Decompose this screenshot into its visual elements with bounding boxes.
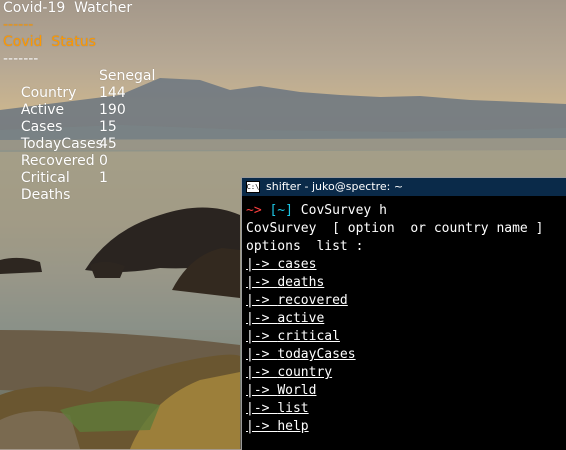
option-prefix: |-> — [246, 401, 270, 416]
option-item-list: |-> list — [246, 400, 566, 418]
option-item-critical: |-> critical — [246, 328, 566, 346]
prompt-tilde: ~ — [246, 203, 254, 218]
option-item-active: |-> active — [246, 310, 566, 328]
covid-watcher-widget: Covid-19 Watcher ------ Covid Status ---… — [3, 0, 156, 203]
stat-value: 1 — [99, 170, 108, 186]
option-prefix: |-> — [246, 383, 270, 398]
options-list: |-> cases |-> deaths |-> recovered |-> acti… — [246, 256, 566, 436]
stat-value: 15 — [99, 119, 117, 135]
option-label: list — [277, 401, 309, 416]
widget-title: Covid-19 Watcher — [3, 0, 133, 16]
option-prefix: |-> — [246, 257, 270, 272]
usage-line: CovSurvey [ option or country name ] — [246, 221, 544, 236]
stat-value: 45 — [99, 136, 117, 152]
option-label: critical — [277, 329, 340, 344]
option-item-todaycases: |-> todayCases — [246, 346, 566, 364]
option-label: cases — [277, 257, 317, 272]
widget-separator: ------- — [3, 51, 39, 67]
command-text: CovSurvey h — [300, 203, 387, 218]
option-label: active — [277, 311, 325, 326]
stat-value: 144 — [99, 85, 126, 101]
option-label: deaths — [277, 275, 325, 290]
option-prefix: |-> — [246, 329, 270, 344]
option-item-cases: |-> cases — [246, 256, 566, 274]
option-label: help — [277, 419, 309, 434]
widget-separator: ------ — [3, 17, 34, 33]
stat-row-cases: Cases 190 — [3, 102, 132, 135]
stat-value: 0 — [99, 153, 108, 169]
terminal-output[interactable]: ~> [~] CovSurvey h CovSurvey [ option or … — [242, 196, 566, 436]
terminal-title: shifter - juko@spectre: ~ — [266, 180, 404, 193]
option-prefix: |-> — [246, 347, 270, 362]
stat-row-todaycases: TodayCases 15 — [3, 119, 132, 152]
terminal-icon: C:\ — [246, 181, 260, 193]
prompt-line: ~> [~] CovSurvey h — [246, 202, 566, 220]
option-item-deaths: |-> deaths — [246, 274, 566, 292]
option-item-recovered: |-> recovered — [246, 292, 566, 310]
option-prefix: |-> — [246, 419, 270, 434]
options-header: options list : — [246, 239, 364, 254]
option-item-help: |-> help — [246, 418, 566, 436]
prompt-path: [~] — [269, 203, 293, 218]
option-item-country: |-> country — [246, 364, 566, 382]
stat-row-critical: Critical 0 — [3, 153, 132, 186]
stat-row-country: Country Senegal — [3, 68, 156, 101]
stat-row-recovered: Recovered 45 — [3, 136, 132, 169]
stat-row-deaths: Deaths 1 — [3, 170, 132, 203]
option-label: World — [277, 383, 317, 398]
stat-label: Deaths — [20, 187, 71, 203]
option-prefix: |-> — [246, 293, 270, 308]
prompt-arrow: > — [253, 203, 262, 218]
option-item-world: |-> World — [246, 382, 566, 400]
option-prefix: |-> — [246, 311, 270, 326]
widget-status-label: Covid Status — [3, 34, 96, 50]
option-prefix: |-> — [246, 275, 270, 290]
terminal-titlebar[interactable]: C:\ shifter - juko@spectre: ~ — [242, 178, 566, 196]
stat-value: Senegal — [99, 68, 156, 84]
option-label: todayCases — [277, 347, 356, 362]
option-label: country — [277, 365, 333, 380]
stat-value: 190 — [99, 102, 126, 118]
stat-row-active: Active 144 — [3, 85, 132, 118]
option-prefix: |-> — [246, 365, 270, 380]
option-label: recovered — [277, 293, 348, 308]
terminal-window[interactable]: C:\ shifter - juko@spectre: ~ ~> [~] Cov… — [241, 177, 566, 450]
